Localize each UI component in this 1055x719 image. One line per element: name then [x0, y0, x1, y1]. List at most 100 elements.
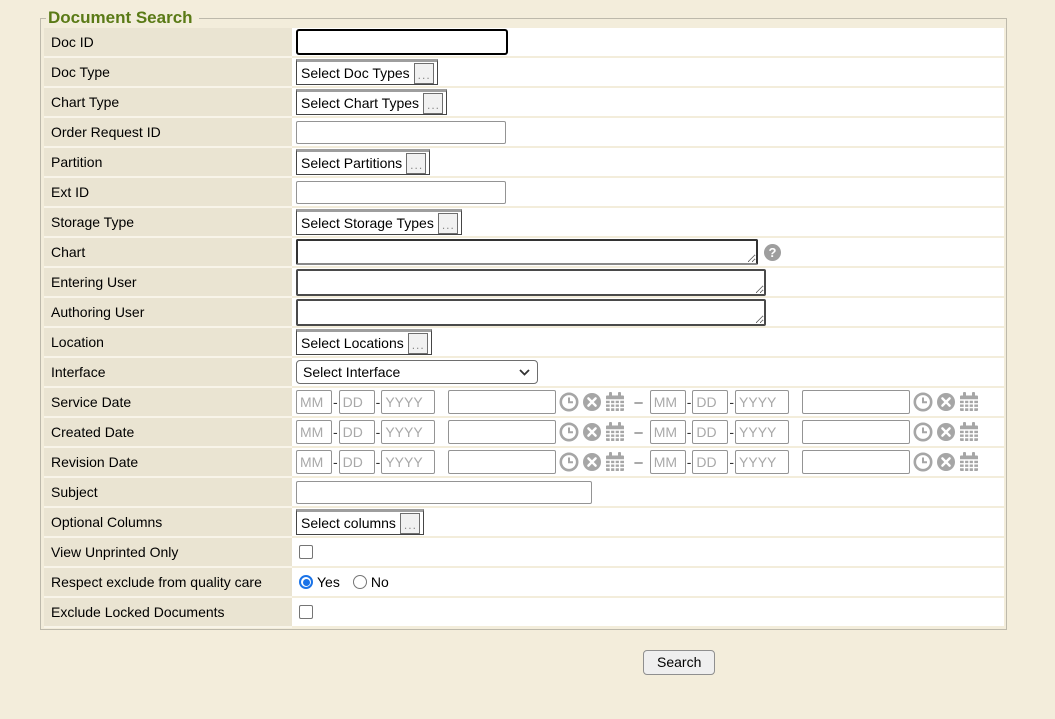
- day-input[interactable]: [692, 390, 728, 414]
- month-input[interactable]: [650, 450, 686, 474]
- year-input[interactable]: [735, 390, 789, 414]
- columns-browse-button[interactable]: ...: [400, 513, 420, 534]
- form-row: Order Request ID: [44, 118, 1004, 148]
- month-input[interactable]: [650, 420, 686, 444]
- month-input[interactable]: [296, 390, 332, 414]
- authoring-user-textarea[interactable]: [296, 299, 766, 326]
- help-icon[interactable]: ?: [764, 244, 781, 261]
- service-date-label: Service Date: [44, 388, 292, 418]
- time-input[interactable]: [802, 390, 910, 414]
- day-input[interactable]: [339, 390, 375, 414]
- chart-types-picker[interactable]: Select Chart Types ...: [296, 89, 447, 115]
- doc-id-input[interactable]: [296, 29, 508, 55]
- revision-date-to: --: [650, 450, 979, 474]
- year-input[interactable]: [381, 450, 435, 474]
- time-input[interactable]: [448, 420, 556, 444]
- optional-columns-label: Optional Columns: [44, 508, 292, 538]
- day-input[interactable]: [692, 420, 728, 444]
- form-row: Exclude Locked Documents: [44, 598, 1004, 628]
- form-row: Interface Select Interface: [44, 358, 1004, 388]
- day-input[interactable]: [339, 420, 375, 444]
- partitions-browse-button[interactable]: ...: [406, 153, 426, 174]
- created-date-label: Created Date: [44, 418, 292, 448]
- day-input[interactable]: [692, 450, 728, 474]
- date-field-separator: -: [687, 394, 692, 410]
- interface-select-value: Select Interface: [303, 364, 400, 380]
- ext-id-label: Ext ID: [44, 178, 292, 208]
- ext-id-input[interactable]: [296, 181, 506, 204]
- month-input[interactable]: [296, 420, 332, 444]
- form-legend: Document Search: [46, 8, 199, 28]
- year-input[interactable]: [735, 420, 789, 444]
- month-input[interactable]: [650, 390, 686, 414]
- search-button[interactable]: Search: [643, 650, 715, 675]
- revision-date-from: --: [296, 450, 625, 474]
- service-date-to: --: [650, 390, 979, 414]
- subject-input[interactable]: [296, 481, 592, 504]
- exclude-locked-label: Exclude Locked Documents: [44, 598, 292, 628]
- calendar-icon[interactable]: [605, 422, 625, 442]
- calendar-icon[interactable]: [959, 392, 979, 412]
- locations-browse-button[interactable]: ...: [408, 333, 428, 354]
- picker-label: Select Doc Types: [301, 65, 410, 81]
- date-field-separator: -: [376, 424, 381, 440]
- storage-types-browse-button[interactable]: ...: [438, 213, 458, 234]
- quality-care-yes-radio[interactable]: [299, 575, 313, 589]
- year-input[interactable]: [381, 420, 435, 444]
- day-input[interactable]: [339, 450, 375, 474]
- order-request-id-input[interactable]: [296, 121, 506, 144]
- time-input[interactable]: [448, 450, 556, 474]
- date-field-separator: -: [729, 454, 734, 470]
- view-unprinted-checkbox[interactable]: [299, 545, 313, 559]
- entering-user-textarea[interactable]: [296, 269, 766, 296]
- locations-picker[interactable]: Select Locations ...: [296, 329, 432, 355]
- doc-types-browse-button[interactable]: ...: [414, 63, 434, 84]
- month-input[interactable]: [296, 450, 332, 474]
- clear-icon[interactable]: [936, 452, 956, 472]
- clock-icon[interactable]: [559, 422, 579, 442]
- partitions-picker[interactable]: Select Partitions ...: [296, 149, 430, 175]
- clock-icon[interactable]: [913, 452, 933, 472]
- exclude-locked-checkbox[interactable]: [299, 605, 313, 619]
- date-field-separator: -: [333, 424, 338, 440]
- date-field-separator: -: [333, 394, 338, 410]
- interface-select[interactable]: Select Interface: [296, 360, 538, 384]
- clock-icon[interactable]: [913, 422, 933, 442]
- calendar-icon[interactable]: [959, 422, 979, 442]
- clear-icon[interactable]: [582, 452, 602, 472]
- form-row: Optional Columns Select columns ...: [44, 508, 1004, 538]
- form-row: Doc ID: [44, 28, 1004, 58]
- year-input[interactable]: [735, 450, 789, 474]
- clear-icon[interactable]: [582, 392, 602, 412]
- form-row: Authoring User: [44, 298, 1004, 328]
- storage-types-picker[interactable]: Select Storage Types ...: [296, 209, 462, 235]
- clock-icon[interactable]: [559, 452, 579, 472]
- radio-no-label: No: [371, 574, 389, 590]
- picker-label: Select Chart Types: [301, 95, 419, 111]
- clear-icon[interactable]: [582, 422, 602, 442]
- clear-icon[interactable]: [936, 392, 956, 412]
- form-row: Service Date -- – --: [44, 388, 1004, 418]
- calendar-icon[interactable]: [959, 452, 979, 472]
- calendar-icon[interactable]: [605, 392, 625, 412]
- picker-label: Select Storage Types: [301, 215, 434, 231]
- columns-picker[interactable]: Select columns ...: [296, 509, 424, 535]
- chart-textarea[interactable]: [296, 239, 758, 265]
- clock-icon[interactable]: [913, 392, 933, 412]
- quality-care-no-radio[interactable]: [353, 575, 367, 589]
- time-input[interactable]: [448, 390, 556, 414]
- date-range-separator: –: [634, 394, 642, 411]
- year-input[interactable]: [381, 390, 435, 414]
- clock-icon[interactable]: [559, 392, 579, 412]
- chart-types-browse-button[interactable]: ...: [423, 93, 443, 114]
- time-input[interactable]: [802, 450, 910, 474]
- time-input[interactable]: [802, 420, 910, 444]
- form-row: Chart ?: [44, 238, 1004, 268]
- chevron-down-icon: [519, 369, 530, 376]
- clear-icon[interactable]: [936, 422, 956, 442]
- doc-type-label: Doc Type: [44, 58, 292, 88]
- form-row: Subject: [44, 478, 1004, 508]
- form-row: View Unprinted Only: [44, 538, 1004, 568]
- doc-types-picker[interactable]: Select Doc Types ...: [296, 59, 438, 85]
- calendar-icon[interactable]: [605, 452, 625, 472]
